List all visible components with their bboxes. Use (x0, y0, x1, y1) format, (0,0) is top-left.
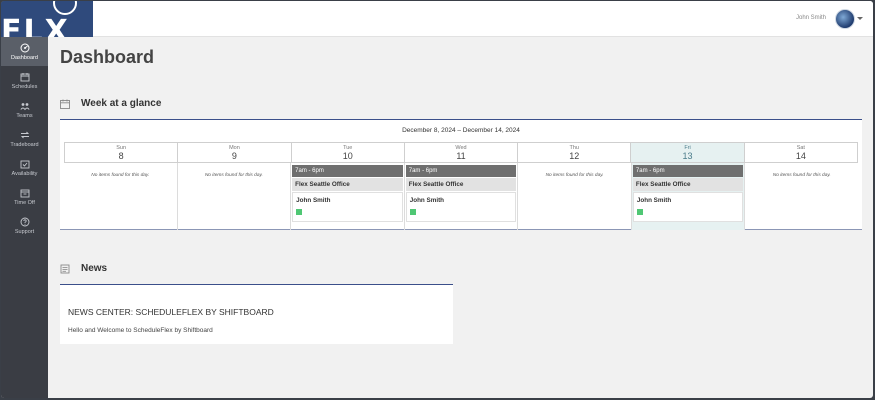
news-icon (60, 264, 70, 273)
sidebar-item-schedules[interactable]: Schedules (1, 66, 48, 95)
news-card: NEWS CENTER: SCHEDULEFLEX BY SHIFTBOARD … (60, 284, 453, 344)
help-icon (20, 217, 29, 226)
time-off-icon (20, 189, 29, 197)
news-text: Hello and Welcome to ScheduleFlex by Shi… (68, 327, 213, 334)
day-column-wed: 7am - 6pm Flex Seattle Office John Smith (405, 163, 519, 230)
sidebar-item-availability[interactable]: Availability (1, 153, 48, 182)
sidebar-item-label: Schedules (11, 83, 38, 90)
logo-text: FLX (1, 14, 70, 38)
day-header-sat[interactable]: Sat 14 (745, 143, 857, 162)
day-header-sun[interactable]: Sun 8 (65, 143, 179, 162)
person-name: John Smith (636, 197, 672, 204)
day-column-fri: 7am - 6pm Flex Seattle Office John Smith (631, 163, 746, 230)
day-header-fri[interactable]: Fri 13 (631, 143, 745, 162)
availability-icon (20, 160, 29, 168)
week-section-title: Week at a glance (81, 98, 162, 109)
dashboard-icon (20, 43, 29, 52)
user-name[interactable]: John Smith (796, 15, 826, 21)
calendar-icon (60, 99, 70, 109)
calendar-icon (20, 72, 29, 81)
sidebar-item-label: Availability (11, 170, 38, 177)
sidebar-item-label: Dashboard (11, 54, 38, 61)
day-column-mon: No items found for this day. (178, 163, 292, 230)
avatar[interactable] (835, 9, 855, 29)
shift-location: Flex Seattle Office (405, 178, 517, 191)
sidebar-item-support[interactable]: Support (1, 211, 48, 240)
day-number: 12 (569, 151, 580, 161)
shift-card[interactable]: 7am - 6pm Flex Seattle Office John Smith (405, 165, 517, 222)
empty-day-message: No items found for this day. (204, 173, 263, 178)
sidebar-item-time-off[interactable]: Time Off (1, 182, 48, 211)
sidebar-item-label: Time Off (14, 199, 35, 206)
person-name: John Smith (409, 197, 445, 204)
shift-person: John Smith (292, 192, 403, 222)
shift-person: John Smith (405, 192, 517, 222)
news-section-title: News (81, 263, 108, 274)
news-section-header: News (60, 263, 107, 274)
day-number: 14 (795, 151, 806, 161)
date-range: December 8, 2024 – December 14, 2024 (402, 127, 520, 134)
shift-card[interactable]: 7am - 6pm Flex Seattle Office John Smith (292, 165, 403, 222)
sidebar-item-tradeboard[interactable]: Tradeboard (1, 124, 48, 153)
days-body: No items found for this day. No items fou… (64, 163, 858, 230)
week-section-header: Week at a glance (60, 98, 161, 109)
day-header-tue[interactable]: Tue 10 (292, 143, 405, 162)
shift-location: Flex Seattle Office (632, 178, 744, 191)
day-number: 9 (231, 151, 237, 161)
status-dot (636, 209, 643, 215)
shift-card[interactable]: 7am - 6pm Flex Seattle Office John Smith (632, 165, 744, 222)
day-header-wed[interactable]: Wed 11 (405, 143, 519, 162)
sidebar-item-label: Teams (16, 112, 33, 119)
sidebar-item-label: Support (14, 228, 35, 235)
main-content: Dashboard Week at a glance December 8, 2… (48, 37, 873, 398)
day-column-sun: No items found for this day. (64, 163, 178, 230)
shift-time: 7am - 6pm (292, 165, 403, 177)
shift-time: 7am - 6pm (405, 165, 517, 177)
shift-location: Flex Seattle Office (292, 178, 403, 191)
day-number: 10 (342, 151, 353, 161)
sidebar-nav: Dashboard Schedules Teams Tradeboard Ava… (1, 37, 48, 240)
week-at-a-glance-card: December 8, 2024 – December 14, 2024 Sun… (60, 119, 862, 230)
day-header-mon[interactable]: Mon 9 (178, 143, 292, 162)
page-title: Dashboard (60, 47, 155, 67)
empty-day-message: No items found for this day. (91, 173, 150, 178)
news-title: NEWS CENTER: SCHEDULEFLEX BY SHIFTBOARD (68, 307, 274, 317)
day-column-tue: 7am - 6pm Flex Seattle Office John Smith (291, 163, 405, 230)
day-number: 13 (682, 151, 693, 161)
sidebar-item-teams[interactable]: Teams (1, 95, 48, 124)
chevron-down-icon[interactable] (857, 17, 863, 20)
person-name: John Smith (296, 197, 331, 204)
day-number: 8 (118, 151, 124, 161)
shift-time: 7am - 6pm (632, 165, 744, 177)
day-column-thu: No items found for this day. (518, 163, 632, 230)
team-icon (19, 102, 30, 110)
status-dot (296, 209, 303, 215)
day-number: 11 (456, 151, 466, 161)
app-logo[interactable]: FLX (1, 1, 93, 37)
days-header: Sun 8 Mon 9 Tue 10 Wed 11 Thu 12 Fri 13 Sat 14 (64, 142, 858, 163)
swap-icon (20, 131, 29, 138)
status-dot (409, 209, 416, 215)
empty-day-message: No items found for this day. (772, 173, 831, 178)
logo-circle-icon (53, 1, 77, 15)
top-header: John Smith (93, 1, 873, 37)
sidebar-item-label: Tradeboard (10, 141, 39, 148)
shift-person: John Smith (632, 192, 744, 222)
empty-day-message: No items found for this day. (545, 173, 604, 178)
app-window: Dashboard Schedules Teams Tradeboard Ava… (1, 1, 873, 398)
day-column-sat: No items found for this day. (745, 163, 858, 230)
day-header-thu[interactable]: Thu 12 (518, 143, 632, 162)
sidebar: Dashboard Schedules Teams Tradeboard Ava… (1, 1, 48, 398)
sidebar-item-dashboard[interactable]: Dashboard (1, 37, 48, 66)
